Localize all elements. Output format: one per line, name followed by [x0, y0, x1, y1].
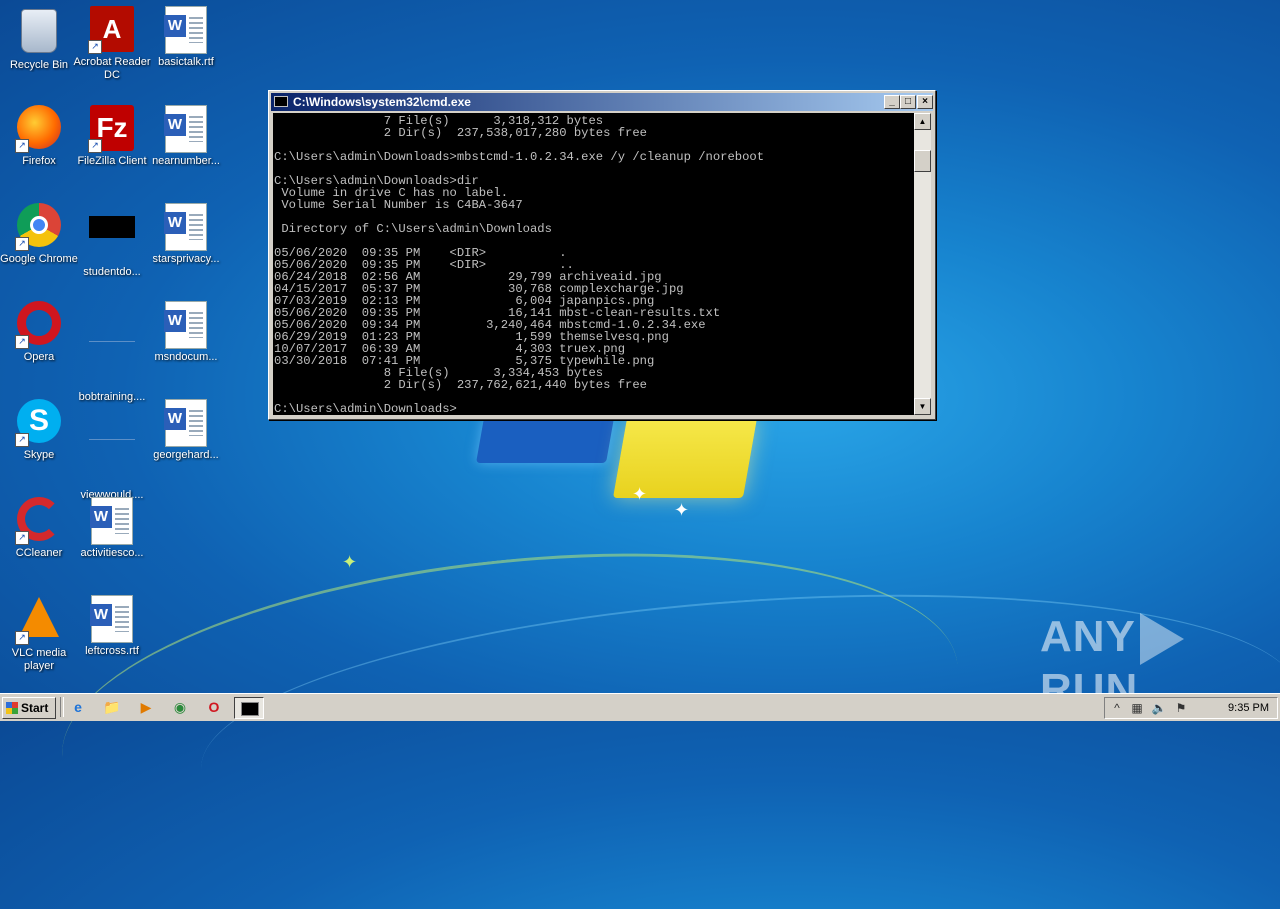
start-button[interactable]: Start: [2, 697, 56, 719]
console-icon: [274, 96, 288, 107]
desktop-icon-starsprivacy[interactable]: W starsprivacy...: [147, 203, 225, 266]
wallpaper-sparkle: ✦: [674, 500, 690, 520]
volume-icon[interactable]: 🔈: [1151, 700, 1167, 716]
desktop-icon-studentdo[interactable]: studentdo...: [73, 203, 151, 279]
word-document-icon: W: [164, 399, 207, 447]
shortcut-arrow-icon: ↗: [88, 40, 102, 54]
desktop-icon-leftcross[interactable]: W leftcross.rtf: [73, 595, 151, 658]
wallpaper-windows-logo: [476, 418, 760, 518]
shortcut-arrow-icon: ↗: [15, 139, 29, 153]
desktop-icon-firefox[interactable]: ↗ Firefox: [0, 105, 78, 168]
taskbar-clock[interactable]: 9:35 PM: [1228, 698, 1269, 718]
close-button[interactable]: ×: [917, 95, 933, 109]
vertical-scrollbar[interactable]: ▲ ▼: [914, 113, 931, 415]
console-icon: [241, 702, 259, 716]
desktop-icon-opera[interactable]: ↗ Opera: [0, 301, 78, 364]
desktop-icon-bobtraining[interactable]: bobtraining....: [73, 301, 151, 404]
cmd-title-bar[interactable]: C:\Windows\system32\cmd.exe _ □ ×: [271, 93, 933, 111]
system-tray: ^ ▦ 🔈 ⚑ 9:35 PM: [1104, 697, 1278, 719]
word-document-icon: W: [164, 301, 207, 349]
taskbar-separator: [60, 697, 64, 717]
word-document-icon: W: [164, 203, 207, 251]
cmd-window-title: C:\Windows\system32\cmd.exe: [293, 95, 471, 109]
action-center-flag-icon[interactable]: ⚑: [1173, 700, 1189, 716]
wallpaper-sparkle: ✦: [342, 552, 358, 572]
cmd-window[interactable]: C:\Windows\system32\cmd.exe _ □ × 7 File…: [268, 90, 936, 420]
wallpaper-sparkle: ✦: [632, 484, 648, 504]
windows-logo-icon: [6, 702, 18, 714]
internet-explorer-icon[interactable]: e: [68, 698, 88, 716]
scroll-up-button[interactable]: ▲: [914, 113, 931, 130]
explorer-folder-icon[interactable]: 📁: [102, 698, 122, 716]
play-triangle-icon: [1139, 613, 1184, 666]
opera-taskbar-icon[interactable]: O: [204, 698, 224, 716]
desktop-icon-ccleaner[interactable]: ↗ CCleaner: [0, 497, 78, 560]
taskbar-cmd-button[interactable]: [234, 697, 264, 719]
chrome-taskbar-icon[interactable]: ◉: [170, 698, 190, 716]
desktop-icon-basictalk[interactable]: W basictalk.rtf: [147, 6, 225, 69]
desktop-icon-skype[interactable]: S ↗ Skype: [0, 399, 78, 462]
taskbar: Start e 📁 ▶ ◉ O ^ ▦ 🔈 ⚑ 9:35 PM: [0, 693, 1280, 721]
desktop-icon-georgehard[interactable]: W georgehard...: [147, 399, 225, 462]
minimize-button[interactable]: _: [884, 95, 900, 109]
shortcut-arrow-icon: ↗: [15, 237, 29, 251]
network-icon[interactable]: ▦: [1129, 700, 1145, 716]
desktop-icon-filezilla[interactable]: Fz ↗ FileZilla Client: [73, 105, 151, 168]
shortcut-arrow-icon: ↗: [15, 531, 29, 545]
desktop-icon-vlc[interactable]: ↗ VLC media player: [0, 595, 78, 673]
desktop-icon-activitiesco[interactable]: W activitiesco...: [73, 497, 151, 560]
console-output-area[interactable]: 7 File(s) 3,318,312 bytes 2 Dir(s) 237,5…: [273, 113, 914, 415]
shortcut-arrow-icon: ↗: [15, 335, 29, 349]
maximize-button[interactable]: □: [900, 95, 916, 109]
scroll-thumb[interactable]: [914, 150, 931, 172]
shortcut-arrow-icon: ↗: [15, 631, 29, 645]
word-document-icon: W: [90, 595, 133, 643]
desktop-icon-msndocum[interactable]: W msndocum...: [147, 301, 225, 364]
shortcut-arrow-icon: ↗: [88, 139, 102, 153]
word-document-icon: W: [164, 6, 207, 54]
desktop-icon-chrome[interactable]: ↗ Google Chrome: [0, 203, 78, 266]
scroll-down-button[interactable]: ▼: [914, 398, 931, 415]
word-document-icon: W: [164, 105, 207, 153]
desktop-icon-viewwould[interactable]: viewwould....: [73, 399, 151, 502]
desktop-icon-recycle-bin[interactable]: Recycle Bin: [0, 6, 78, 72]
recycle-bin-icon: [21, 9, 57, 53]
media-player-icon[interactable]: ▶: [136, 698, 156, 716]
file-thumbnail-icon: [89, 216, 135, 238]
desktop-icon-acrobat[interactable]: A ↗ Acrobat Reader DC: [73, 6, 151, 82]
shortcut-arrow-icon: ↗: [15, 433, 29, 447]
word-document-icon: W: [90, 497, 133, 545]
console-output: 7 File(s) 3,318,312 bytes 2 Dir(s) 237,5…: [274, 114, 765, 415]
file-thumbnail-icon: [89, 341, 135, 342]
desktop-icon-nearnumber[interactable]: W nearnumber...: [147, 105, 225, 168]
show-hidden-icons-icon[interactable]: ^: [1109, 700, 1125, 716]
file-thumbnail-icon: [89, 439, 135, 440]
